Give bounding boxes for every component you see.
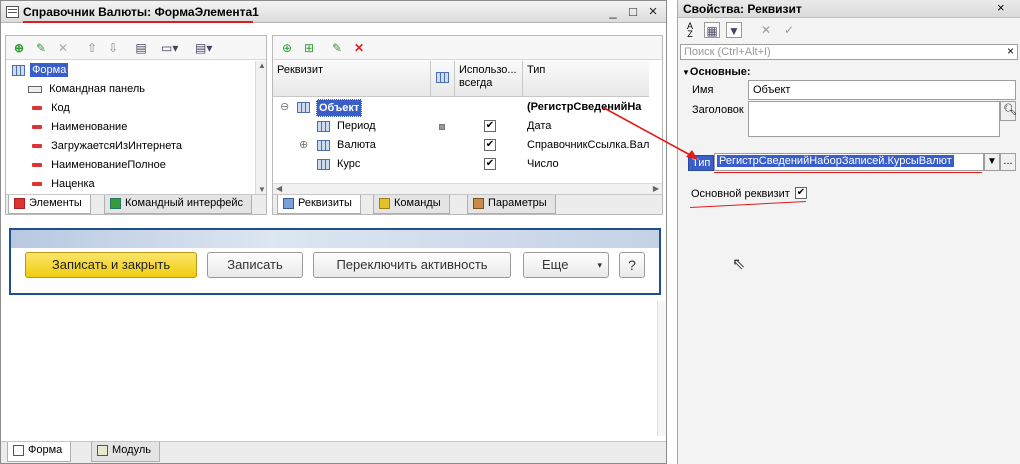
annotation-arrow-head	[686, 150, 698, 160]
annotation-arrow	[603, 107, 698, 160]
annotation-arrow-line	[603, 107, 693, 157]
